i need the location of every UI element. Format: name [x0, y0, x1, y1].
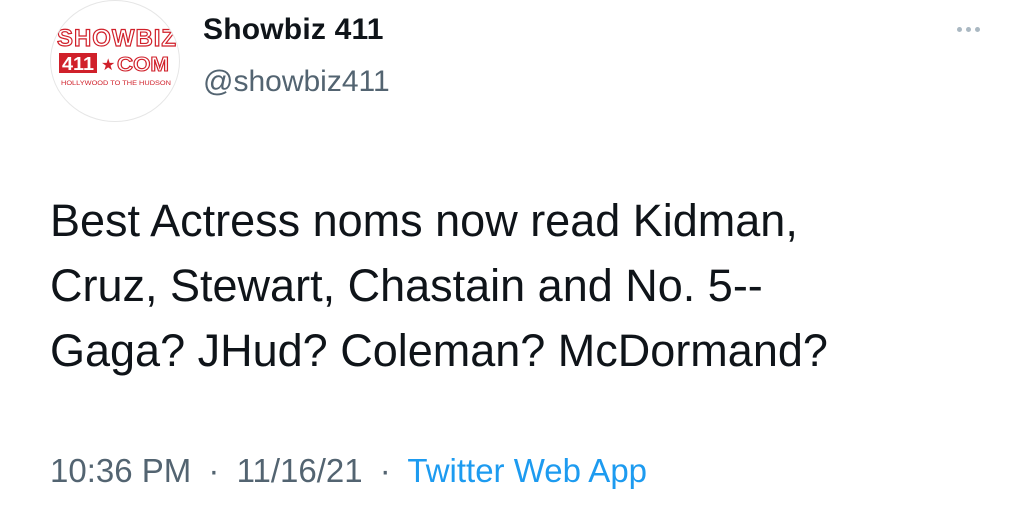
meta-separator: · — [208, 452, 220, 489]
star-icon: ★ — [101, 55, 115, 74]
avatar-logo-com: COM — [117, 54, 169, 76]
tweet-text-line: Best Actress noms now read Kidman, — [50, 195, 798, 246]
meta-separator: · — [379, 452, 391, 489]
tweet-text: Best Actress noms now read Kidman, Cruz,… — [50, 188, 990, 383]
author-display-name[interactable]: Showbiz 411 — [203, 13, 384, 47]
avatar-logo-411: 411 — [62, 54, 94, 74]
tweet-source-link[interactable]: Twitter Web App — [407, 452, 647, 489]
more-horizontal-icon — [965, 26, 971, 32]
tweet-meta: 10:36 PM · 11/16/21 · Twitter Web App — [50, 452, 647, 490]
tweet-time[interactable]: 10:36 PM — [50, 452, 191, 489]
tweet-text-line: Cruz, Stewart, Chastain and No. 5-- — [50, 260, 763, 311]
avatar[interactable]: SHOWBIZ 411 ★ COM HOLLYWOOD TO THE HUDSO… — [50, 0, 180, 122]
avatar-logo-line1: SHOWBIZ — [57, 25, 177, 52]
more-options-button[interactable] — [944, 14, 992, 44]
tweet-text-line: Gaga? JHud? Coleman? McDormand? — [50, 325, 828, 376]
tweet: SHOWBIZ 411 ★ COM HOLLYWOOD TO THE HUDSO… — [0, 0, 1024, 511]
tweet-date[interactable]: 11/16/21 — [237, 452, 363, 489]
more-horizontal-icon — [974, 26, 980, 32]
more-horizontal-icon — [956, 26, 962, 32]
avatar-logo-tagline: HOLLYWOOD TO THE HUDSON — [61, 81, 171, 87]
author-handle[interactable]: @showbiz411 — [203, 65, 390, 99]
